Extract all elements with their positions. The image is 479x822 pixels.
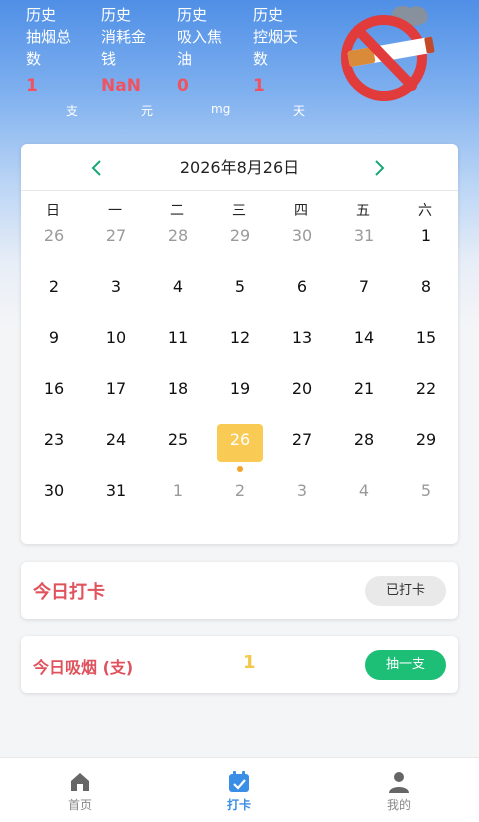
checked-in-button[interactable]: 已打卡: [365, 576, 446, 606]
calendar-day[interactable]: 3: [279, 475, 325, 513]
stat-value: 0: [177, 76, 189, 96]
calendar-day[interactable]: 12: [217, 322, 263, 360]
calendar-day[interactable]: 6: [279, 271, 325, 309]
stat-unit: mg: [211, 102, 231, 116]
calendar-day[interactable]: 13: [279, 322, 325, 360]
calendar-day[interactable]: 29: [217, 220, 263, 258]
calendar-check-icon: [227, 770, 251, 794]
checkin-card: 今日打卡 已打卡: [21, 562, 458, 619]
calendar-day[interactable]: 28: [155, 220, 201, 258]
calendar-day[interactable]: 11: [155, 322, 201, 360]
home-icon: [68, 770, 92, 794]
calendar-day[interactable]: 4: [341, 475, 387, 513]
calendar-day[interactable]: 14: [341, 322, 387, 360]
calendar-day[interactable]: 18: [155, 373, 201, 411]
calendar-day[interactable]: 2: [217, 475, 263, 513]
calendar-day[interactable]: 8: [403, 271, 449, 309]
calendar-day[interactable]: 1: [403, 220, 449, 258]
stat-value: 1: [26, 76, 38, 96]
calendar-day[interactable]: 25: [155, 424, 201, 462]
no-smoking-icon: [334, 0, 444, 110]
checkin-label: 今日打卡: [33, 582, 105, 603]
smoking-label: 今日吸烟 (支): [33, 658, 134, 677]
weekday-label: 三: [232, 203, 246, 219]
calendar-day[interactable]: 9: [31, 322, 77, 360]
stat-unit: 支: [66, 104, 79, 118]
calendar-header: 2026年8月26日: [21, 144, 458, 191]
calendar-day[interactable]: 26: [31, 220, 77, 258]
calendar-day[interactable]: 22: [403, 373, 449, 411]
weekday-label: 一: [108, 203, 122, 219]
stat-unit: 天: [293, 104, 306, 118]
calendar-day[interactable]: 31: [341, 220, 387, 258]
tab-label: 打卡: [226, 798, 251, 812]
stat-total-cigarettes: 历史 抽烟总 数: [26, 4, 102, 70]
weekday-label: 四: [294, 203, 308, 219]
calendar-day[interactable]: 21: [341, 373, 387, 411]
calendar-card: 2026年8月26日 日 一 二 三 四 五 六 26 27 28 29 30 31 1 2 3…: [21, 144, 458, 544]
tab-label: 首页: [67, 798, 92, 812]
calendar-title: 2026年8月26日: [179, 158, 300, 177]
calendar-day[interactable]: 24: [93, 424, 139, 462]
calendar-day[interactable]: 10: [93, 322, 139, 360]
calendar-day[interactable]: 15: [403, 322, 449, 360]
chevron-right-icon[interactable]: [367, 156, 391, 180]
calendar-day-selected[interactable]: 26: [217, 424, 263, 462]
calendar-day[interactable]: 7: [341, 271, 387, 309]
stat-value: 1: [253, 76, 265, 96]
weekday-label: 六: [418, 203, 432, 219]
calendar-day[interactable]: 5: [217, 271, 263, 309]
stat-tar-inhaled: 历史 吸入焦 油: [177, 4, 253, 70]
calendar-day[interactable]: 19: [217, 373, 263, 411]
tab-label: 我的: [386, 798, 411, 812]
calendar-day[interactable]: 27: [93, 220, 139, 258]
stat-unit: 元: [141, 104, 154, 118]
calendar-day[interactable]: 30: [279, 220, 325, 258]
stat-title: 历史 抽烟总 数: [26, 6, 72, 68]
calendar-day[interactable]: 28: [341, 424, 387, 462]
stat-title: 历史 消耗金 钱: [101, 6, 147, 68]
tab-home[interactable]: 首页: [0, 758, 160, 822]
calendar-day[interactable]: 17: [93, 373, 139, 411]
tab-checkin[interactable]: 打卡: [159, 758, 319, 822]
stat-title: 历史 控烟天 数: [253, 6, 299, 68]
smoke-record-dot: [237, 466, 243, 472]
smoking-card: 今日吸烟 (支) 1 抽一支: [21, 636, 458, 693]
calendar-day[interactable]: 20: [279, 373, 325, 411]
weekday-label: 日: [46, 203, 60, 219]
tab-profile[interactable]: 我的: [319, 758, 479, 822]
smoke-one-button[interactable]: 抽一支: [365, 650, 446, 680]
calendar-day[interactable]: 5: [403, 475, 449, 513]
stat-value: NaN: [101, 76, 141, 96]
stat-control-days: 历史 控烟天 数: [253, 4, 329, 70]
calendar-day[interactable]: 23: [31, 424, 77, 462]
weekday-label: 五: [356, 203, 370, 219]
calendar-day[interactable]: 1: [155, 475, 201, 513]
smoking-count: 1: [243, 652, 256, 673]
calendar-day[interactable]: 2: [31, 271, 77, 309]
calendar-day[interactable]: 3: [93, 271, 139, 309]
weekday-label: 二: [170, 203, 184, 219]
stat-title: 历史 吸入焦 油: [177, 6, 223, 68]
calendar-day[interactable]: 27: [279, 424, 325, 462]
calendar-day[interactable]: 16: [31, 373, 77, 411]
bottom-tab-bar: 首页 打卡 我的: [0, 757, 479, 822]
calendar-day[interactable]: 4: [155, 271, 201, 309]
calendar-day[interactable]: 31: [93, 475, 139, 513]
calendar-day[interactable]: 29: [403, 424, 449, 462]
stat-money-spent: 历史 消耗金 钱: [101, 4, 177, 70]
calendar-day[interactable]: 30: [31, 475, 77, 513]
user-icon: [387, 770, 411, 794]
